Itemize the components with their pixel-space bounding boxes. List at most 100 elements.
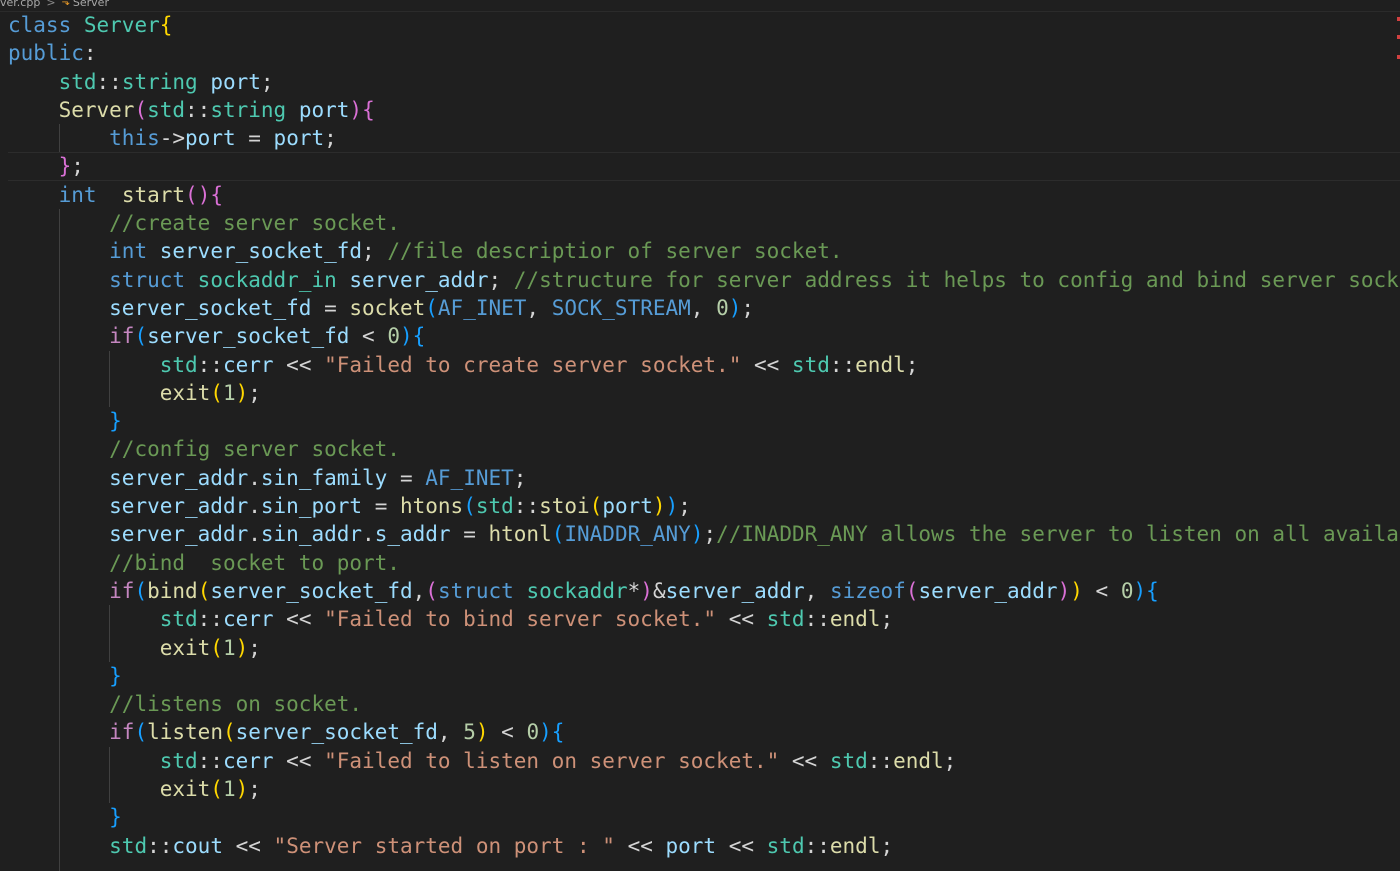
code-token: :: — [147, 833, 173, 858]
indent-guide — [58, 407, 60, 436]
code-token: -> — [159, 126, 186, 151]
code-token: cerr — [222, 748, 274, 773]
code-token: AF_INET — [425, 465, 514, 490]
code-token: exit — [159, 635, 211, 660]
code-token: //bind socket to port. — [109, 550, 400, 575]
code-token: << — [779, 748, 830, 773]
code-token: if — [109, 578, 135, 603]
code-token: server_addr — [109, 494, 249, 519]
breadcrumb-symbol[interactable]: Server — [73, 0, 109, 8]
code-token: port — [273, 126, 325, 151]
code-token: 0 — [716, 295, 729, 320]
code-token: //file descriptior of server socket. — [387, 239, 843, 264]
code-token: port — [298, 97, 350, 122]
indent-guide — [109, 350, 111, 379]
code-line[interactable]: std::cerr << "Failed to listen on server… — [8, 746, 1400, 776]
code-token: , — [526, 295, 552, 320]
code-line[interactable]: } — [8, 661, 1400, 691]
code-token: ; — [248, 635, 261, 660]
code-token: :: — [867, 748, 894, 773]
code-token: "Server started on port : " — [273, 833, 615, 858]
code-line[interactable]: server_addr.sin_port = htons(std::stoi(p… — [8, 492, 1400, 521]
code-line[interactable]: if(listen(server_socket_fd, 5) < 0){ — [8, 718, 1400, 747]
code-line[interactable]: server_addr.sin_family = AF_INET; — [8, 463, 1400, 493]
code-token: //structure for server address it helps … — [513, 267, 1400, 292]
code-line[interactable]: public: — [8, 39, 1400, 67]
code-line[interactable]: exit(1); — [8, 775, 1400, 804]
code-token: , — [437, 720, 464, 745]
code-line[interactable]: struct sockaddr_in server_addr; //struct… — [8, 265, 1400, 294]
code-token: std — [791, 352, 830, 377]
indentation — [8, 636, 160, 660]
code-token: :: — [197, 748, 223, 773]
code-token: ( — [551, 522, 565, 547]
code-lines[interactable]: class Server{public: std::string port; S… — [8, 11, 1400, 871]
code-token: s_addr — [374, 522, 451, 547]
code-line[interactable] — [8, 859, 1400, 871]
code-line[interactable]: std::cerr << "Failed to bind server sock… — [8, 605, 1400, 634]
code-token: server_addr — [349, 267, 489, 292]
code-token: << — [273, 352, 325, 377]
code-token: port — [602, 494, 653, 519]
class-symbol-icon: ⬎ — [61, 0, 70, 8]
breadcrumb-file[interactable]: ver.cpp — [0, 0, 40, 8]
code-line[interactable]: } — [8, 407, 1400, 436]
code-line[interactable]: std::string port; — [8, 68, 1400, 96]
code-token: ; — [362, 239, 388, 264]
code-token: struct — [437, 578, 514, 603]
indent-guide — [58, 237, 60, 266]
code-token: = — [311, 295, 350, 320]
code-line[interactable]: this->port = port; — [8, 124, 1400, 153]
code-line[interactable]: if(server_socket_fd < 0){ — [8, 322, 1400, 351]
code-token: string — [121, 69, 198, 94]
code-line[interactable]: class Server{ — [8, 11, 1400, 39]
code-token: class — [8, 13, 72, 37]
code-token: std — [147, 97, 186, 122]
code-token: * — [627, 578, 641, 603]
code-line[interactable]: } — [8, 803, 1400, 832]
code-token: ( — [425, 578, 438, 603]
indent-guide — [58, 463, 60, 493]
code-line[interactable]: std::cerr << "Failed to create server so… — [8, 350, 1400, 379]
code-token: { — [551, 720, 565, 745]
code-line[interactable]: server_addr.sin_addr.s_addr = htonl(INAD… — [8, 520, 1400, 549]
code-line[interactable]: exit(1); — [8, 633, 1400, 662]
code-line[interactable]: //create server socket. — [8, 209, 1400, 238]
code-line[interactable]: //bind socket to port. — [8, 548, 1400, 577]
code-token: ) — [235, 777, 249, 802]
code-token: ) — [475, 720, 489, 745]
code-token: server_addr — [109, 522, 249, 547]
code-line[interactable]: server_socket_fd = socket(AF_INET, SOCK_… — [8, 293, 1400, 323]
code-token: exit — [159, 777, 211, 802]
code-token: public — [8, 41, 84, 66]
code-token: << — [716, 607, 767, 632]
code-line[interactable]: exit(1); — [8, 378, 1400, 408]
code-token: ) — [1070, 578, 1083, 603]
code-line[interactable]: std::cout << "Server started on port : "… — [8, 831, 1400, 860]
indent-guide — [58, 293, 60, 323]
code-line[interactable]: }; — [8, 152, 1400, 180]
code-line[interactable]: if(bind(server_socket_fd,(struct sockadd… — [8, 576, 1400, 606]
code-token: server_socket_fd — [147, 324, 350, 349]
code-token: : — [83, 41, 97, 66]
code-token: ( — [222, 720, 236, 745]
code-token: ; — [324, 126, 337, 151]
code-token: endl — [893, 748, 944, 773]
code-line[interactable]: int start(){ — [8, 181, 1400, 209]
code-editor[interactable]: class Server{public: std::string port; S… — [0, 11, 1400, 871]
code-line[interactable]: int server_socket_fd; //file descriptior… — [8, 237, 1400, 266]
code-token: { — [159, 13, 173, 37]
code-line[interactable]: Server(std::string port){ — [8, 96, 1400, 124]
code-token: ; — [513, 465, 527, 490]
code-token: server_addr — [109, 465, 249, 490]
code-token: 5 — [463, 720, 476, 745]
code-token: std — [475, 494, 514, 519]
code-line[interactable]: //listens on socket. — [8, 690, 1400, 719]
code-token: SOCK_STREAM — [551, 295, 691, 320]
code-token: , — [412, 578, 426, 603]
code-line[interactable]: //config server socket. — [8, 435, 1400, 464]
code-token: port — [185, 126, 236, 151]
